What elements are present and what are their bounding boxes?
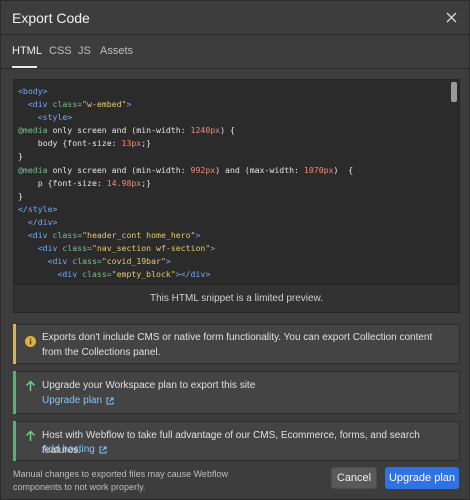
code-block: <body> <div class="w-embed"> <style> @med… bbox=[18, 85, 449, 284]
code-preview[interactable]: <body> <div class="w-embed"> <style> @med… bbox=[13, 79, 460, 285]
tab-html[interactable]: HTML bbox=[12, 45, 42, 57]
external-link-icon bbox=[106, 397, 114, 404]
tab-js[interactable]: JS bbox=[78, 45, 91, 57]
cms-warning-notice: Exports don't include CMS or native form… bbox=[13, 324, 460, 364]
upgrade-plan-link[interactable]: Upgrade plan bbox=[42, 395, 114, 406]
dialog-header: Export Code bbox=[1, 1, 470, 35]
upgrade-plan-link-label: Upgrade plan bbox=[42, 395, 103, 406]
code-line: <div class="nav_section wf-section"> bbox=[37, 243, 216, 254]
tab-assets[interactable]: Assets bbox=[100, 45, 133, 57]
code-line: p {font-size: 14.98px;} bbox=[18, 177, 152, 188]
cancel-button[interactable]: Cancel bbox=[331, 467, 377, 489]
code-line: <div class="w-embed"> bbox=[27, 99, 132, 110]
arrow-up-icon bbox=[25, 429, 36, 447]
code-line: <div>We observe safe Covid-19 protocols.… bbox=[18, 281, 449, 284]
code-line: } bbox=[18, 190, 23, 201]
code-line: <div class="empty_block"></div> bbox=[57, 269, 211, 280]
export-code-dialog: Export Code HTML CSS JS Assets <body> <d… bbox=[0, 0, 470, 500]
code-line: </style> bbox=[18, 203, 58, 214]
code-line: } bbox=[18, 151, 23, 162]
upgrade-plan-button[interactable]: Upgrade plan bbox=[385, 467, 459, 489]
arrow-up-icon bbox=[25, 379, 36, 397]
info-icon bbox=[25, 334, 36, 352]
code-scrollbar[interactable] bbox=[451, 82, 457, 102]
footer-note: Manual changes to exported files may cau… bbox=[13, 469, 228, 492]
code-line: <div class="header_cont home_hero"> bbox=[27, 230, 201, 241]
success-accent-bar bbox=[13, 421, 16, 461]
preview-note: This HTML snippet is a limited preview. bbox=[13, 285, 460, 313]
dialog-title: Export Code bbox=[12, 10, 90, 26]
success-accent-bar bbox=[13, 371, 16, 414]
add-hosting-link-label: Add hosting bbox=[42, 444, 95, 455]
code-line: body {font-size: 13px;} bbox=[18, 138, 152, 149]
code-line: <div class="covid_19bar"> bbox=[47, 256, 171, 267]
upgrade-workspace-text: Upgrade your Workspace plan to export th… bbox=[42, 380, 256, 391]
tab-css[interactable]: CSS bbox=[49, 45, 72, 57]
code-line: @media only screen and (min-width: 992px… bbox=[18, 164, 354, 175]
code-line: </div> bbox=[27, 216, 58, 227]
warning-text: Exports don't include CMS or native form… bbox=[42, 332, 433, 358]
active-tab-indicator bbox=[12, 66, 37, 68]
tab-bar: HTML CSS JS Assets bbox=[1, 35, 470, 69]
external-link-icon bbox=[99, 446, 107, 453]
close-icon bbox=[446, 12, 456, 22]
close-button[interactable] bbox=[441, 7, 461, 27]
code-line: <body> bbox=[18, 86, 48, 96]
code-line: <style> bbox=[37, 112, 73, 123]
hosting-notice: Host with Webflow to take full advantage… bbox=[13, 421, 460, 461]
warning-accent-bar bbox=[13, 324, 16, 364]
upgrade-workspace-notice: Upgrade your Workspace plan to export th… bbox=[13, 371, 460, 414]
code-line: @media only screen and (min-width: 1240p… bbox=[18, 125, 235, 136]
add-hosting-link[interactable]: Add hosting bbox=[42, 444, 107, 455]
